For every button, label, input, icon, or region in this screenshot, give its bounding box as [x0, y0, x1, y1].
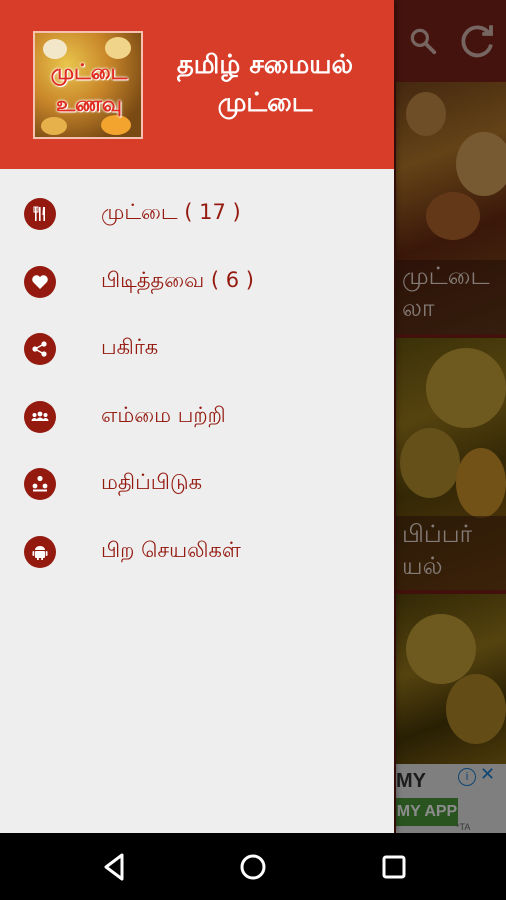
logo-text: முட்டை	[50, 61, 128, 84]
menu-item-share[interactable]: பகிர்க	[0, 317, 394, 385]
group-icon	[24, 400, 56, 433]
menu-item-label: பகிர்க	[101, 335, 159, 359]
android-icon	[24, 535, 56, 568]
menu-item-recipes[interactable]: முட்டை ( 17 )	[0, 182, 394, 250]
share-icon	[24, 333, 56, 365]
menu-item-label: பிற செயலிகள்	[101, 537, 241, 562]
rate-icon	[24, 468, 56, 500]
menu-item-label: முட்டை ( 17 )	[101, 200, 241, 224]
menu-item-about[interactable]: எம்மை பற்றி	[0, 385, 394, 453]
menu-item-label: மதிப்பிடுக	[101, 470, 203, 494]
app-title: தமிழ் சமையல்	[176, 50, 354, 80]
app-logo: முட்டை உணவு	[33, 31, 143, 139]
navigation-drawer: முட்டை உணவு தமிழ் சமையல் முட்டை முட்டை (…	[0, 0, 394, 833]
drawer-header: முட்டை உணவு தமிழ் சமையல் முட்டை	[0, 0, 394, 169]
menu-item-label: எம்மை பற்றி	[101, 402, 226, 427]
menu-item-label: பிடித்தவை ( 6 )	[101, 267, 254, 292]
recents-icon[interactable]	[378, 851, 410, 883]
app-subtitle: முட்டை	[217, 88, 313, 118]
back-icon[interactable]	[98, 851, 130, 883]
menu-item-rate[interactable]: மதிப்பிடுக	[0, 452, 394, 520]
heart-icon	[24, 265, 56, 298]
restaurant-icon	[24, 198, 56, 230]
logo-text: உணவு	[56, 93, 122, 116]
menu-item-other-apps[interactable]: பிற செயலிகள்	[0, 520, 394, 588]
system-nav-bar	[0, 833, 506, 900]
drawer-menu: முட்டை ( 17 ) பிடித்தவை ( 6 ) பகிர்க எம்…	[0, 182, 394, 587]
home-icon[interactable]	[237, 851, 269, 883]
menu-item-favorites[interactable]: பிடித்தவை ( 6 )	[0, 250, 394, 318]
